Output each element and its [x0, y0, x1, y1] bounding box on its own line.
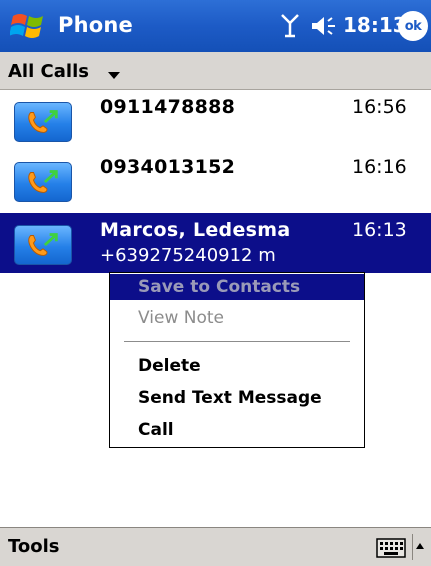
- call-time: 16:13: [352, 219, 407, 241]
- outgoing-call-icon: [14, 102, 72, 142]
- menu-item-delete[interactable]: Delete: [110, 353, 364, 379]
- app-title: Phone: [58, 13, 133, 37]
- antenna-signal-icon[interactable]: [279, 12, 301, 38]
- call-name: 0934013152: [100, 156, 236, 178]
- ok-button[interactable]: ok: [398, 11, 428, 41]
- menu-separator: [124, 341, 350, 342]
- context-menu: Save to Contacts View Note Delete Send T…: [109, 272, 365, 448]
- menu-item-call[interactable]: Call: [110, 417, 364, 443]
- call-time: 16:56: [352, 96, 407, 118]
- keyboard-icon[interactable]: [376, 538, 406, 558]
- chevron-down-icon[interactable]: [108, 72, 120, 79]
- title-bar: Phone 18:13 ok: [0, 0, 431, 52]
- windows-flag-icon[interactable]: [10, 10, 46, 42]
- menu-item-view-note: View Note: [138, 308, 224, 328]
- call-list-item-selected[interactable]: Marcos, Ledesma 16:13 +639275240912 m: [0, 213, 431, 273]
- speaker-volume-icon[interactable]: [310, 13, 338, 39]
- call-filter-dropdown[interactable]: All Calls: [8, 61, 89, 82]
- call-list-item[interactable]: 0934013152 16:16: [0, 150, 431, 210]
- up-arrow-icon[interactable]: [412, 534, 427, 560]
- call-list-item[interactable]: 0911478888 16:56: [0, 90, 431, 150]
- tools-menu[interactable]: Tools: [8, 536, 60, 557]
- call-time: 16:16: [352, 156, 407, 178]
- outgoing-call-icon: [14, 162, 72, 202]
- call-filter-bar[interactable]: All Calls: [0, 52, 431, 90]
- outgoing-call-icon: [14, 225, 72, 265]
- menu-item-save-to-contacts[interactable]: Save to Contacts: [110, 274, 364, 300]
- call-name: Marcos, Ledesma: [100, 219, 291, 241]
- call-number: +639275240912 m: [100, 245, 276, 266]
- menu-item-send-text-message[interactable]: Send Text Message: [110, 385, 364, 411]
- call-name: 0911478888: [100, 96, 236, 118]
- bottom-menu-bar: Tools: [0, 527, 431, 566]
